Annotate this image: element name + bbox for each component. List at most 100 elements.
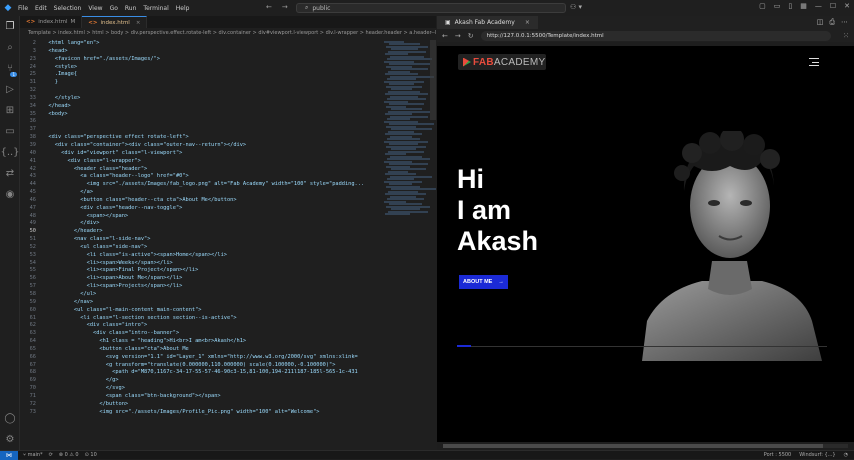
code-line[interactable]: 52 <ul class="side-nav">	[20, 244, 380, 252]
code-line[interactable]: 39 <div class="container"><div class="ou…	[20, 142, 380, 150]
sidebar-toggle-icon[interactable]: ▯	[788, 2, 792, 10]
code-line[interactable]: 34 </head>	[20, 103, 380, 111]
command-center-search[interactable]: ⌕ public	[296, 3, 566, 13]
code-line[interactable]: 63 <div class="intro--banner">	[20, 330, 380, 338]
brackets-icon[interactable]: {..}	[0, 142, 20, 163]
code-line[interactable]: 35 <body>	[20, 111, 380, 119]
settings-gear-icon[interactable]: ⚙	[0, 429, 20, 450]
live-server-port[interactable]: Port : 5500	[764, 452, 792, 458]
code-line[interactable]: 50 </header>	[20, 228, 380, 236]
close-icon[interactable]: ✕	[844, 2, 850, 10]
code-line[interactable]: 55 <li><span>Final Project</span></li>	[20, 267, 380, 275]
code-line[interactable]: 25 .Image{	[20, 71, 380, 79]
scroll-thumb[interactable]	[443, 444, 823, 448]
code-line[interactable]: 49 </div>	[20, 220, 380, 228]
copilot-icon[interactable]: ⚇ ▾	[570, 3, 582, 11]
live-share-icon[interactable]: ⇄	[0, 163, 20, 184]
menu-view[interactable]: View	[88, 5, 102, 12]
code-line[interactable]: 71 <span class="btn-background"></span>	[20, 393, 380, 401]
menu-run[interactable]: Run	[125, 5, 137, 12]
code-line[interactable]: 2 <html lang="en">	[20, 40, 380, 48]
code-line[interactable]: 51 <nav class="l-side-nav">	[20, 236, 380, 244]
tab-index-html-modified[interactable]: <> index.html M	[20, 16, 83, 28]
code-line[interactable]: 33 </style>	[20, 95, 380, 103]
code-line[interactable]: 56 <li><span>About Me</span></li>	[20, 275, 380, 283]
menu-go[interactable]: Go	[110, 5, 118, 12]
menu-edit[interactable]: Edit	[35, 5, 47, 12]
windsurf-status[interactable]: Windsurf: {...}	[799, 452, 835, 458]
code-line[interactable]: 66 <svg version="1.1" id="Layer_1" xmlns…	[20, 354, 380, 362]
notifications-bell-icon[interactable]: ◔	[844, 452, 848, 458]
url-bar[interactable]: http://127.0.0.1:5500/Template/index.htm…	[480, 30, 831, 41]
tab-index-html[interactable]: <> index.html ×	[82, 16, 148, 28]
code-line[interactable]: 65 <button class="cta">About Me	[20, 346, 380, 354]
code-line[interactable]: 48 <span></span>	[20, 213, 380, 221]
code-line[interactable]: 36	[20, 118, 380, 126]
code-line[interactable]: 37	[20, 126, 380, 134]
code-line[interactable]: 43 <a class="header--logo" href="#0">	[20, 173, 380, 181]
browser-tab[interactable]: ▣ Akash Fab Academy ×	[437, 16, 538, 29]
branch-icon[interactable]: ⑂ main*	[23, 452, 43, 458]
run-debug-icon[interactable]: ▷	[0, 79, 20, 100]
close-browser-tab-icon[interactable]: ×	[525, 19, 530, 26]
code-line[interactable]: 41 <div class="l-wrapper">	[20, 158, 380, 166]
hamburger-menu-icon[interactable]	[809, 58, 819, 69]
edge-devtools-icon[interactable]: ◉	[0, 184, 20, 205]
menu-selection[interactable]: Selection	[54, 5, 82, 12]
code-line[interactable]: 57 <li><span>Projects</span></li>	[20, 283, 380, 291]
code-line[interactable]: 40 <div id="viewport" class="l-viewport"…	[20, 150, 380, 158]
panel-toggle-icon[interactable]: ▭	[774, 2, 781, 10]
code-line[interactable]: 61 <li class="l-section section section-…	[20, 315, 380, 323]
editor-scrollbar[interactable]	[430, 40, 436, 120]
source-control-icon[interactable]: ⑂ 1	[0, 58, 20, 79]
forward-arrow-icon[interactable]: →	[282, 3, 288, 11]
back-arrow-icon[interactable]: ←	[266, 3, 272, 11]
code-line[interactable]: 3 <head>	[20, 48, 380, 56]
minimize-icon[interactable]: —	[815, 2, 822, 10]
breadcrumb[interactable]: Template > index.html > html > body > di…	[20, 28, 436, 38]
remote-explorer-icon[interactable]: ▭	[0, 121, 20, 142]
extensions-icon[interactable]: ⊞	[0, 100, 20, 121]
layout-toggle-icon[interactable]: ▢	[759, 2, 766, 10]
code-line[interactable]: 69 </g>	[20, 377, 380, 385]
fab-academy-logo[interactable]: FAB ACADEMY	[458, 54, 546, 70]
apps-grid-icon[interactable]: ⁙	[843, 32, 849, 40]
code-line[interactable]: 38 <div class="perspective effect rotate…	[20, 134, 380, 142]
minimap[interactable]	[384, 40, 436, 250]
code-line[interactable]: 53 <li class="is-active"><span>Home</spa…	[20, 252, 380, 260]
code-line[interactable]: 64 <h1 class = "heading">Hi<br>I am<br>A…	[20, 338, 380, 346]
about-me-button[interactable]: ABOUT ME →	[459, 275, 508, 289]
code-line[interactable]: 31 }	[20, 79, 380, 87]
code-line[interactable]: 67 <g transform="translate(0.000000,110.…	[20, 362, 380, 370]
code-line[interactable]: 32	[20, 87, 380, 95]
sync-icon[interactable]: ⟳	[49, 452, 53, 458]
inspect-icon[interactable]: ⎙	[829, 18, 835, 27]
code-line[interactable]: 62 <div class="intro">	[20, 322, 380, 330]
split-editor-icon[interactable]: ◫	[817, 18, 824, 27]
forward-icon[interactable]: →	[455, 32, 461, 40]
code-line[interactable]: 54 <li><span>Weeks</span></li>	[20, 260, 380, 268]
account-icon[interactable]: ◯	[0, 408, 20, 429]
close-tab-icon[interactable]: ×	[136, 20, 141, 26]
code-line[interactable]: 23 <favicon href="./assets/Images/">	[20, 56, 380, 64]
code-line[interactable]: 70 </svg>	[20, 385, 380, 393]
more-actions-icon[interactable]: ⋯	[841, 18, 848, 27]
code-line[interactable]: 45 </a>	[20, 189, 380, 197]
remote-indicator-icon[interactable]: ⋈	[0, 450, 18, 460]
code-line[interactable]: 60 <ul class="l-main-content main-conten…	[20, 307, 380, 315]
code-line[interactable]: 73 <img src="./assets/Images/Profile_Pic…	[20, 409, 380, 417]
search-view-icon[interactable]: ⌕	[0, 37, 20, 58]
menu-file[interactable]: File	[18, 5, 28, 12]
code-line[interactable]: 47 <div class="header--nav-toggle">	[20, 205, 380, 213]
code-line[interactable]: 42 <header class="header">	[20, 166, 380, 174]
code-line[interactable]: 46 <button class="header--cta cta">About…	[20, 197, 380, 205]
code-editor[interactable]: 2 <html lang="en"> 3 <head> 23 <favicon hr…	[20, 40, 380, 450]
menu-terminal[interactable]: Terminal	[143, 5, 168, 12]
menu-help[interactable]: Help	[176, 5, 190, 12]
maximize-icon[interactable]: ☐	[830, 2, 836, 10]
code-line[interactable]: 68 <path d="M870,1167c-34-17-55-57-46-90…	[20, 369, 380, 377]
code-line[interactable]: 72 </button>	[20, 401, 380, 409]
code-line[interactable]: 58 </ul>	[20, 291, 380, 299]
code-line[interactable]: 59 </nav>	[20, 299, 380, 307]
ports-indicator[interactable]: ⊙ 10	[85, 452, 97, 458]
